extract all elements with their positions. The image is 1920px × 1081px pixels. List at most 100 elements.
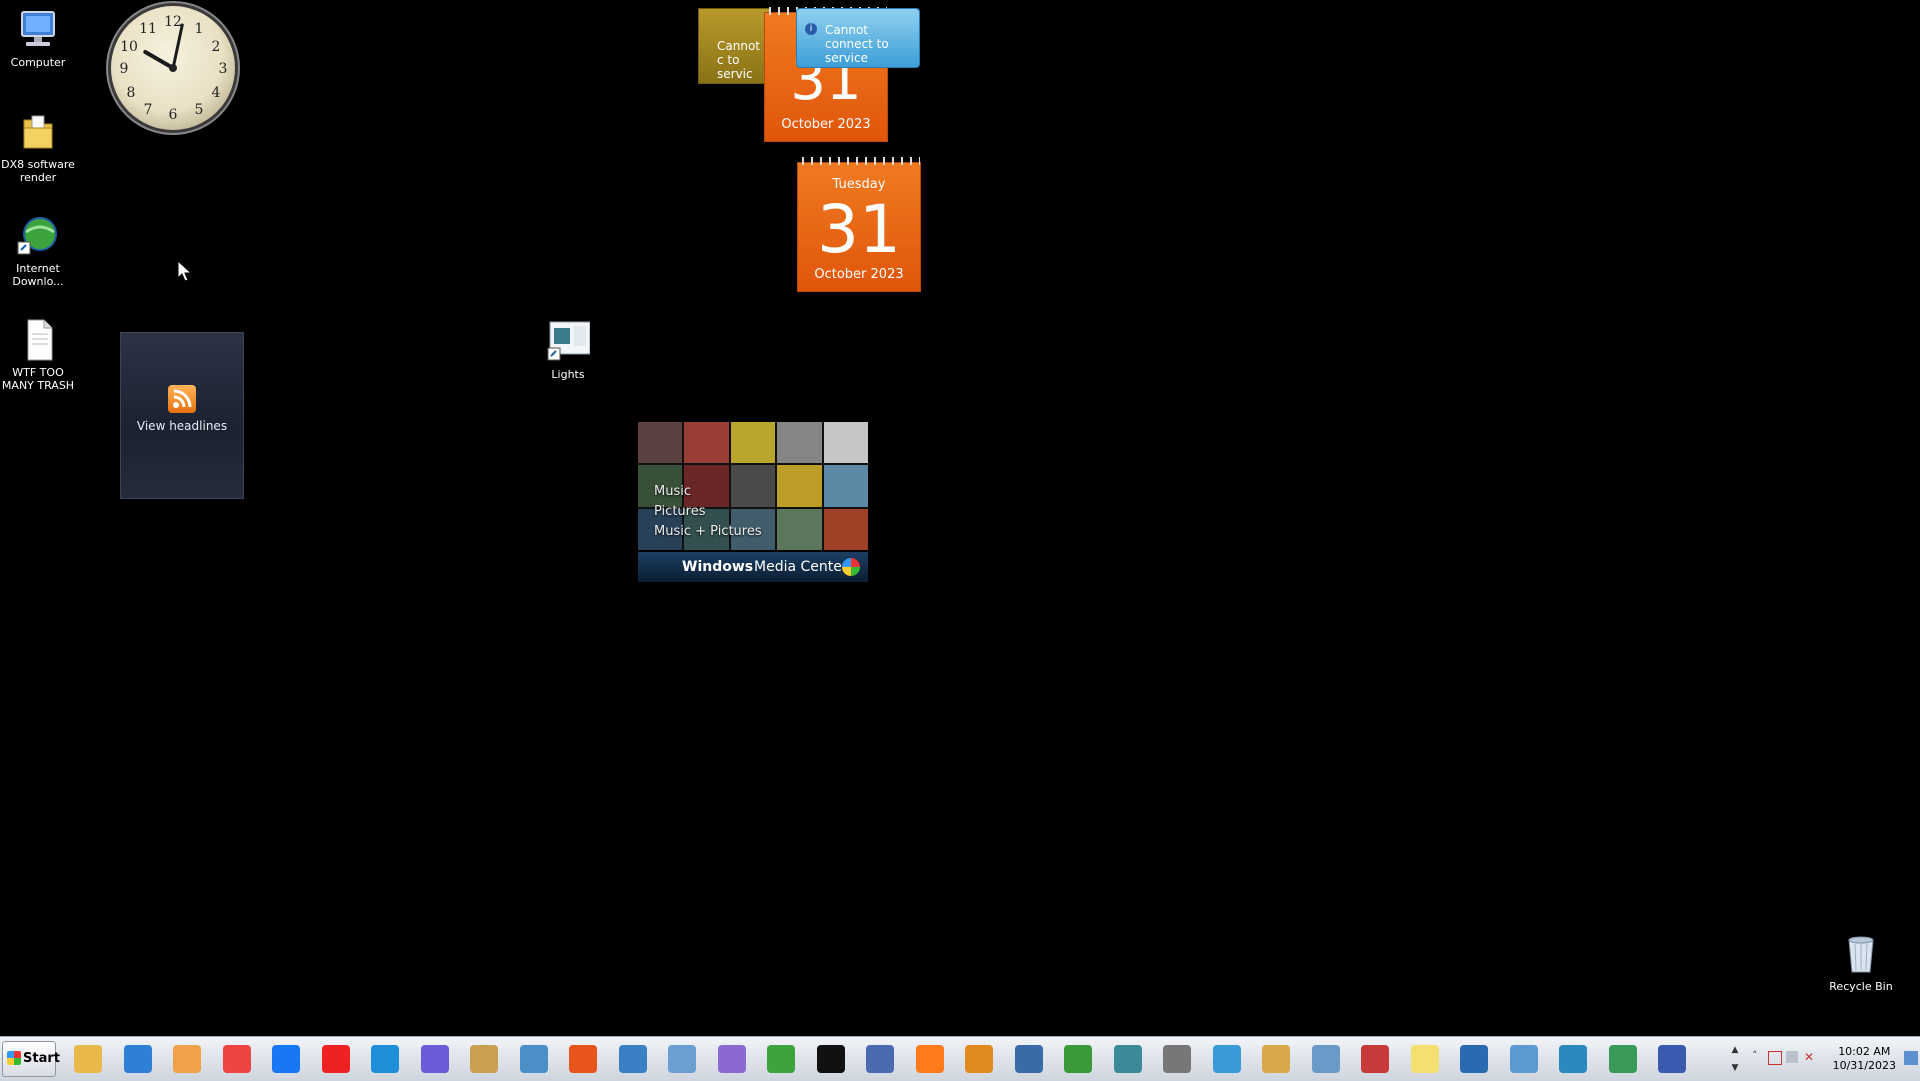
taskbar-app-control-panel[interactable] — [514, 1041, 554, 1077]
taskbar-app-snipping-tool[interactable] — [1355, 1041, 1395, 1077]
taskbar-app-7zip[interactable] — [811, 1041, 851, 1077]
taskbar-app-network-tool[interactable] — [1553, 1041, 1593, 1077]
internet-download-manager-icon — [767, 1045, 795, 1073]
weather-gadget-front[interactable]: i Cannot connect to service — [796, 8, 920, 68]
computer-icon — [16, 8, 60, 52]
show-desktop-button[interactable] — [1904, 1051, 1918, 1065]
desktop-icon-label: DX8 software render — [1, 158, 75, 184]
clock-number: 4 — [211, 85, 221, 101]
media-center-menu-music[interactable]: Music — [654, 482, 762, 502]
recycle-bin-icon — [1839, 932, 1883, 976]
search-tool-icon — [965, 1045, 993, 1073]
media-center-menu-music-pictures[interactable]: Music + Pictures — [654, 522, 762, 542]
show-hidden-icons-icon[interactable]: ˄ — [1752, 1049, 1758, 1062]
desktop-icon-lights[interactable]: Lights — [530, 320, 606, 381]
tray-date: 10/31/2023 — [1832, 1059, 1896, 1072]
feed-headlines-gadget[interactable]: View headlines — [120, 332, 244, 499]
rss-icon — [168, 385, 196, 413]
windows-orb-icon — [842, 558, 860, 576]
clock-minute-hand — [171, 23, 185, 69]
weather-gadget[interactable]: Cannot c to servic — [698, 8, 770, 84]
taskbar-app-charts-tool[interactable] — [1058, 1041, 1098, 1077]
taskbar-app-monitor-tool[interactable] — [1652, 1041, 1692, 1077]
media-center-gadget[interactable]: Music Pictures Music + Pictures Windows … — [638, 422, 868, 587]
media-center-title-bar[interactable]: Windows Media Center — [638, 552, 868, 582]
desktop-icon-recycle-bin[interactable]: Recycle Bin — [1823, 932, 1899, 993]
feed-view-headlines-link[interactable]: View headlines — [121, 419, 243, 433]
taskbar-app-photo-viewer[interactable] — [860, 1041, 900, 1077]
taskbar-app-internet-download-manager[interactable] — [761, 1041, 801, 1077]
monitor-tool-icon — [1658, 1045, 1686, 1073]
start-button[interactable]: Start — [2, 1041, 60, 1077]
scroll-up-icon[interactable]: ▲ — [1728, 1041, 1742, 1059]
taskbar-app-edge[interactable] — [365, 1041, 405, 1077]
tray-time: 10:02 AM — [1838, 1045, 1891, 1058]
media-center-menu-pictures[interactable]: Pictures — [654, 502, 762, 522]
taskbar-app-media-player[interactable] — [167, 1041, 207, 1077]
control-panel-icon — [519, 1045, 548, 1073]
screen-tool-icon — [1113, 1045, 1142, 1073]
clock-number: 6 — [168, 107, 178, 123]
volume-muted-icon[interactable]: ✕ — [1804, 1050, 1814, 1064]
taskbar-app-printer[interactable] — [1157, 1041, 1197, 1077]
taskbar-app-paint-tool[interactable] — [712, 1041, 752, 1077]
taskbar-app-paint[interactable] — [1256, 1041, 1296, 1077]
taskbar: Start ▲ ▼ ˄ ✕ 10:02 AM 10/31/2023 — [0, 1036, 1920, 1081]
teams-copilot-icon — [420, 1045, 449, 1073]
clock-number: 1 — [194, 21, 204, 37]
calendar-month-year: October 2023 — [781, 117, 871, 132]
taskbar-app-search-tool[interactable] — [959, 1041, 999, 1077]
display-settings-icon — [1460, 1045, 1488, 1073]
taskbar-app-internet-explorer[interactable] — [118, 1041, 158, 1077]
recycle-tool-icon — [1608, 1045, 1637, 1073]
desktop-icon-computer[interactable]: Computer — [0, 8, 76, 69]
taskbar-app-archive-manager[interactable] — [464, 1041, 504, 1077]
clock-tray[interactable]: 10:02 AM 10/31/2023 — [1833, 1045, 1896, 1073]
taskbar-scroll[interactable]: ▲ ▼ — [1728, 1041, 1742, 1077]
task-manager-icon — [668, 1045, 696, 1073]
edge-icon — [371, 1045, 399, 1073]
desktop-icon-text-file[interactable]: WTF TOO MANY TRASH — [0, 318, 76, 392]
network-icon[interactable] — [1786, 1051, 1798, 1063]
taskbar-app-chrome[interactable] — [217, 1041, 257, 1077]
taskbar-app-task-manager[interactable] — [662, 1041, 702, 1077]
facebook-icon — [272, 1045, 300, 1073]
desktop-icon-internet-download[interactable]: Internet Downlo... — [0, 214, 76, 288]
calendar-day-number: 31 — [817, 191, 901, 268]
taskbar-app-sticky-notes[interactable] — [1405, 1041, 1445, 1077]
taskbar-app-file-explorer[interactable] — [68, 1041, 108, 1077]
calculator-icon — [1311, 1045, 1340, 1073]
taskbar-app-teams-copilot[interactable] — [415, 1041, 455, 1077]
desktop-icon-dx8[interactable]: DX8 software render — [0, 110, 76, 184]
snipping-tool-icon — [1361, 1045, 1389, 1073]
clock-gadget[interactable]: 12 1 2 3 4 5 6 7 8 9 10 11 — [111, 6, 235, 130]
taskbar-app-recycle-tool[interactable] — [1603, 1041, 1643, 1077]
taskbar-app-scanner[interactable] — [1009, 1041, 1049, 1077]
media-player-icon — [173, 1045, 201, 1073]
clock-number: 11 — [139, 21, 157, 37]
calendar-month-year: October 2023 — [814, 267, 904, 282]
taskbar-app-calculator[interactable] — [1306, 1041, 1346, 1077]
printer-icon — [1163, 1045, 1191, 1073]
taskbar-app-display-settings[interactable] — [1454, 1041, 1494, 1077]
system-tray: ▲ ▼ ˄ ✕ 10:02 AM 10/31/2023 — [1728, 1037, 1920, 1081]
taskbar-app-facebook[interactable] — [266, 1041, 306, 1077]
windows-logo-icon — [7, 1051, 21, 1065]
clock-number: 7 — [143, 102, 153, 118]
tray-app-icon[interactable] — [1768, 1051, 1782, 1065]
taskbar-app-paper-plane[interactable] — [1207, 1041, 1247, 1077]
calendar-gadget-large[interactable]: Tuesday 31 October 2023 — [797, 157, 921, 292]
taskbar-app-screen-tool[interactable] — [1108, 1041, 1148, 1077]
taskbar-app-document-tool[interactable] — [1504, 1041, 1544, 1077]
scroll-down-icon[interactable]: ▼ — [1728, 1059, 1742, 1077]
desktop-icon-label: Recycle Bin — [1829, 980, 1893, 993]
taskbar-app-youtube[interactable] — [316, 1041, 356, 1077]
taskbar-app-firefox[interactable] — [910, 1041, 950, 1077]
clock-center — [169, 64, 177, 72]
media-center-title-rest: Media Center — [754, 559, 848, 575]
desktop-icon-label: Lights — [551, 368, 585, 381]
taskbar-app-remote-desktop[interactable] — [613, 1041, 653, 1077]
photo-viewer-icon — [866, 1045, 894, 1073]
globe-download-icon — [16, 214, 60, 258]
taskbar-app-office[interactable] — [563, 1041, 603, 1077]
